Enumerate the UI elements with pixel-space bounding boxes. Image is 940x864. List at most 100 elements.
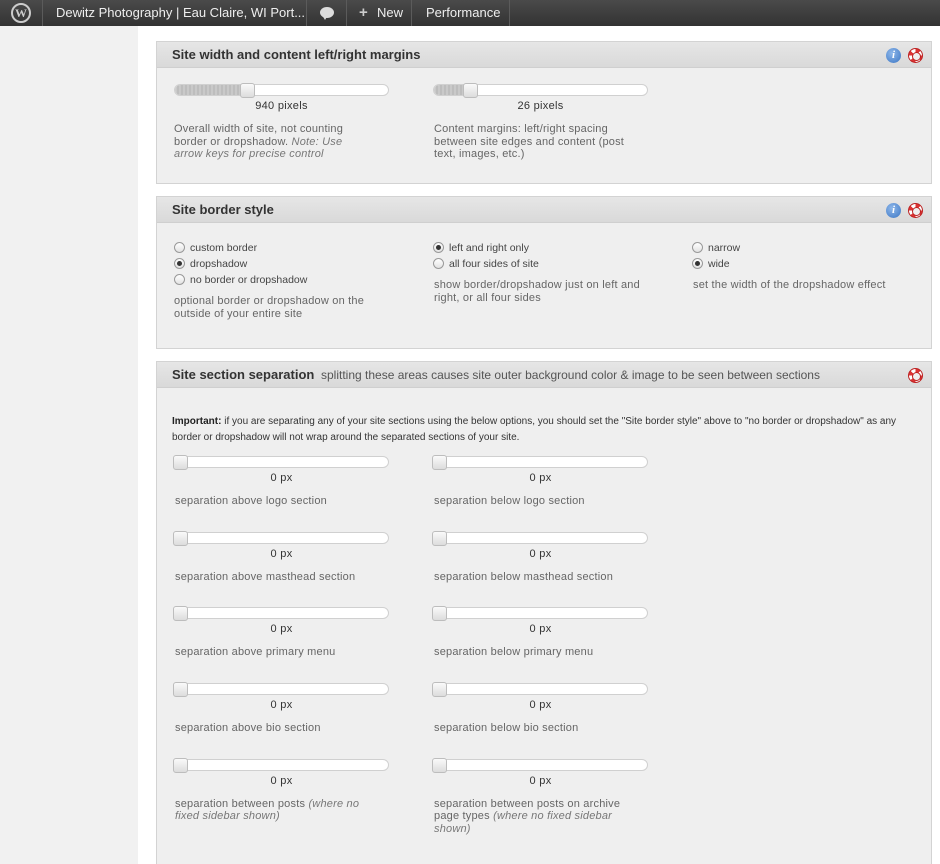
separation-slider[interactable]: [432, 606, 648, 622]
site-section-separation-panel: Site section separation splitting these …: [156, 361, 932, 864]
site-width-value: 940 pixels: [255, 100, 308, 112]
panel-subtitle: splitting these areas causes site outer …: [321, 368, 820, 382]
site-title-link[interactable]: Dewitz Photography | Eau Claire, WI Port…: [56, 0, 305, 26]
content-margins-slider[interactable]: [433, 83, 648, 98]
info-icon[interactable]: i: [886, 48, 901, 63]
content-margins-description: Content margins: left/right spacing betw…: [434, 123, 625, 160]
help-lifebuoy-icon[interactable]: [908, 203, 923, 218]
panel-header: Site width and content left/right margin…: [157, 42, 931, 68]
separation-slider[interactable]: [173, 530, 389, 546]
slider-handle[interactable]: [173, 455, 188, 470]
divider: [306, 0, 307, 26]
separation-label-text: separation above masthead section: [175, 570, 356, 583]
separation-value: 0 px: [270, 699, 293, 712]
important-notice: Important: if you are separating any of …: [172, 416, 897, 443]
separation-label: separation above masthead section: [175, 571, 380, 584]
divider: [411, 0, 412, 26]
slider-handle[interactable]: [173, 606, 188, 622]
separation-label-text: separation below masthead section: [434, 570, 614, 583]
separation-slider[interactable]: [432, 530, 648, 546]
radio-button[interactable]: [174, 257, 185, 269]
site-width-description: Overall width of site, not counting bord…: [174, 123, 344, 160]
separation-label: separation below logo section: [434, 495, 644, 508]
separation-label-text: separation below bio section: [434, 722, 579, 735]
separation-slider[interactable]: [432, 682, 648, 698]
panel-title: Site section separation: [172, 367, 315, 382]
radio-left-right-only[interactable]: left and right only: [433, 241, 529, 256]
help-lifebuoy-icon[interactable]: [908, 368, 923, 383]
slider-handle[interactable]: [173, 530, 188, 546]
separation-label: separation between posts on archive page…: [434, 798, 644, 836]
slider-handle[interactable]: [432, 530, 447, 546]
performance-link[interactable]: Performance: [426, 0, 500, 26]
border-style-description: optional border or dropshadow on the out…: [174, 295, 365, 320]
plus-icon[interactable]: +: [359, 0, 368, 26]
separation-label: separation between posts (where no fixed…: [175, 798, 380, 823]
panel-title: Site border style: [172, 202, 274, 217]
separation-slider[interactable]: [173, 757, 389, 773]
separation-label: separation above logo section: [175, 495, 380, 508]
radio-dropshadow[interactable]: dropshadow: [174, 257, 247, 272]
separation-value: 0 px: [270, 774, 293, 787]
new-link[interactable]: New: [377, 0, 403, 26]
radio-all-four-sides[interactable]: all four sides of site: [433, 257, 539, 272]
divider: [346, 0, 347, 26]
separation-slider[interactable]: [173, 606, 389, 622]
separation-value: 0 px: [270, 472, 293, 484]
panel-header: Site border style i: [157, 197, 931, 223]
radio-button[interactable]: [433, 257, 444, 269]
dropshadow-width-description: set the width of the dropshadow effect: [693, 279, 886, 291]
radio-button[interactable]: [433, 241, 444, 253]
separation-value: 0 px: [529, 774, 552, 787]
separation-label: separation below masthead section: [434, 571, 644, 584]
radio-custom-border[interactable]: custom border: [174, 241, 257, 256]
separation-value: 0 px: [529, 472, 552, 484]
radio-wide[interactable]: wide: [692, 257, 730, 272]
wordpress-logo-icon[interactable]: W: [11, 3, 31, 23]
separation-value: 0 px: [270, 547, 293, 560]
separation-slider[interactable]: [432, 757, 648, 773]
slider-handle[interactable]: [432, 682, 447, 698]
separation-label: separation above primary menu: [175, 646, 380, 659]
slider-handle[interactable]: [173, 682, 188, 698]
separation-label: separation below bio section: [434, 722, 644, 735]
admin-bar: W Dewitz Photography | Eau Claire, WI Po…: [0, 0, 940, 26]
separation-label-text: separation above logo section: [175, 495, 327, 507]
slider-fill: [175, 85, 248, 95]
separation-label: separation below primary menu: [434, 646, 644, 659]
separation-value: 0 px: [529, 699, 552, 712]
info-icon[interactable]: i: [886, 203, 901, 218]
slider-handle[interactable]: [432, 606, 447, 622]
slider-handle[interactable]: [432, 757, 447, 773]
separation-label-text: separation above bio section: [175, 722, 321, 735]
comment-bubble-icon[interactable]: [320, 7, 334, 20]
separation-value: 0 px: [529, 547, 552, 560]
radio-button[interactable]: [692, 257, 703, 269]
panel-header: Site section separation splitting these …: [157, 362, 931, 388]
separation-label: separation above bio section: [175, 722, 380, 735]
separation-label-text: separation above primary menu: [175, 646, 336, 659]
radio-no-border[interactable]: no border or dropshadow: [174, 273, 307, 288]
radio-button[interactable]: [692, 241, 703, 253]
border-sides-description: show border/dropshadow just on left and …: [434, 279, 640, 304]
separation-label-text: separation below logo section: [434, 495, 585, 507]
content-margins-value: 26 pixels: [517, 100, 564, 112]
separation-label-text: separation below primary menu: [434, 646, 594, 659]
site-border-style-panel: Site border style i custom border dropsh…: [156, 196, 932, 349]
separation-value: 0 px: [270, 623, 293, 636]
radio-narrow[interactable]: narrow: [692, 241, 740, 256]
radio-button[interactable]: [174, 241, 185, 253]
slider-handle[interactable]: [173, 757, 188, 773]
separation-value: 0 px: [529, 623, 552, 636]
slider-handle[interactable]: [432, 455, 447, 470]
admin-menu-area: [0, 26, 138, 864]
separation-slider[interactable]: [432, 455, 648, 470]
site-width-slider[interactable]: [174, 83, 389, 98]
slider-handle[interactable]: [240, 83, 256, 98]
slider-handle[interactable]: [463, 83, 479, 98]
radio-button[interactable]: [174, 273, 185, 285]
separation-slider[interactable]: [173, 682, 389, 698]
separation-slider[interactable]: [173, 455, 389, 470]
separation-label-text: separation between posts: [175, 797, 306, 810]
help-lifebuoy-icon[interactable]: [908, 48, 923, 63]
